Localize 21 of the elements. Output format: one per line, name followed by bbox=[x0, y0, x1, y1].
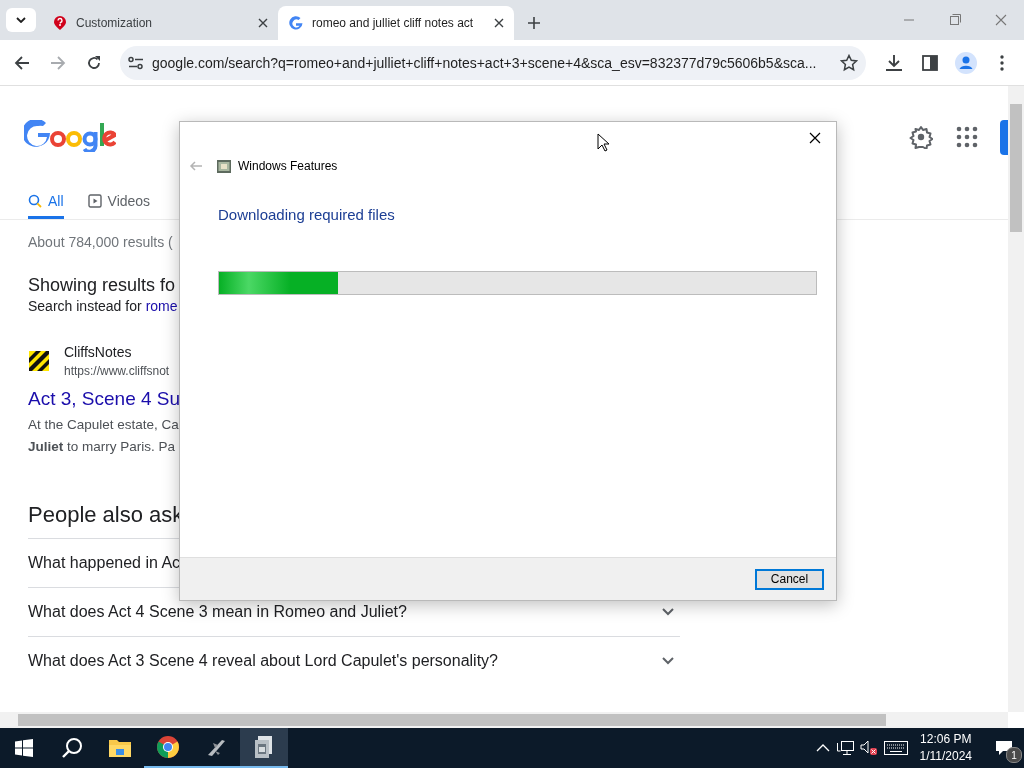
cancel-button[interactable]: Cancel bbox=[755, 568, 824, 590]
result-snippet: At the Capulet estate, Ca bbox=[28, 416, 179, 434]
search-instead-link[interactable]: rome bbox=[145, 298, 178, 314]
clock-time[interactable]: 12:06 PM bbox=[920, 731, 972, 748]
result-stats: About 784,000 results ( bbox=[28, 234, 173, 250]
clock-date[interactable]: 1/11/2024 bbox=[919, 748, 972, 765]
browser-tab[interactable]: Customization bbox=[42, 6, 278, 40]
address-bar[interactable]: google.com/search?q=romeo+and+julliet+cliff+notes+act+3+scene+4&sca_esv=832377d79c5606b5&sca... bbox=[120, 45, 866, 80]
dialog-title: Windows Features bbox=[238, 159, 338, 173]
search-instead-text: Search instead for bbox=[28, 298, 142, 314]
site-name: CliffsNotes bbox=[64, 344, 133, 360]
showing-results-text: Showing results fo bbox=[28, 275, 176, 296]
question-row[interactable]: What does Act 3 Scene 4 reveal about Lord Capulet's personality? bbox=[28, 636, 680, 685]
notification-count: 1 bbox=[1006, 747, 1022, 763]
result-snippet: Juliet to marry Paris. Pa bbox=[28, 438, 176, 456]
search-tab[interactable]: All bbox=[28, 186, 64, 219]
search-tab[interactable]: Videos bbox=[87, 186, 151, 219]
result-url: https://www.cliffsnot bbox=[64, 364, 170, 378]
dialog-heading: Downloading required files bbox=[218, 206, 396, 223]
browser-tab[interactable]: romeo and julliet cliff notes act bbox=[278, 6, 514, 40]
result-title-link[interactable]: Act 3, Scene 4 Su bbox=[28, 388, 181, 410]
